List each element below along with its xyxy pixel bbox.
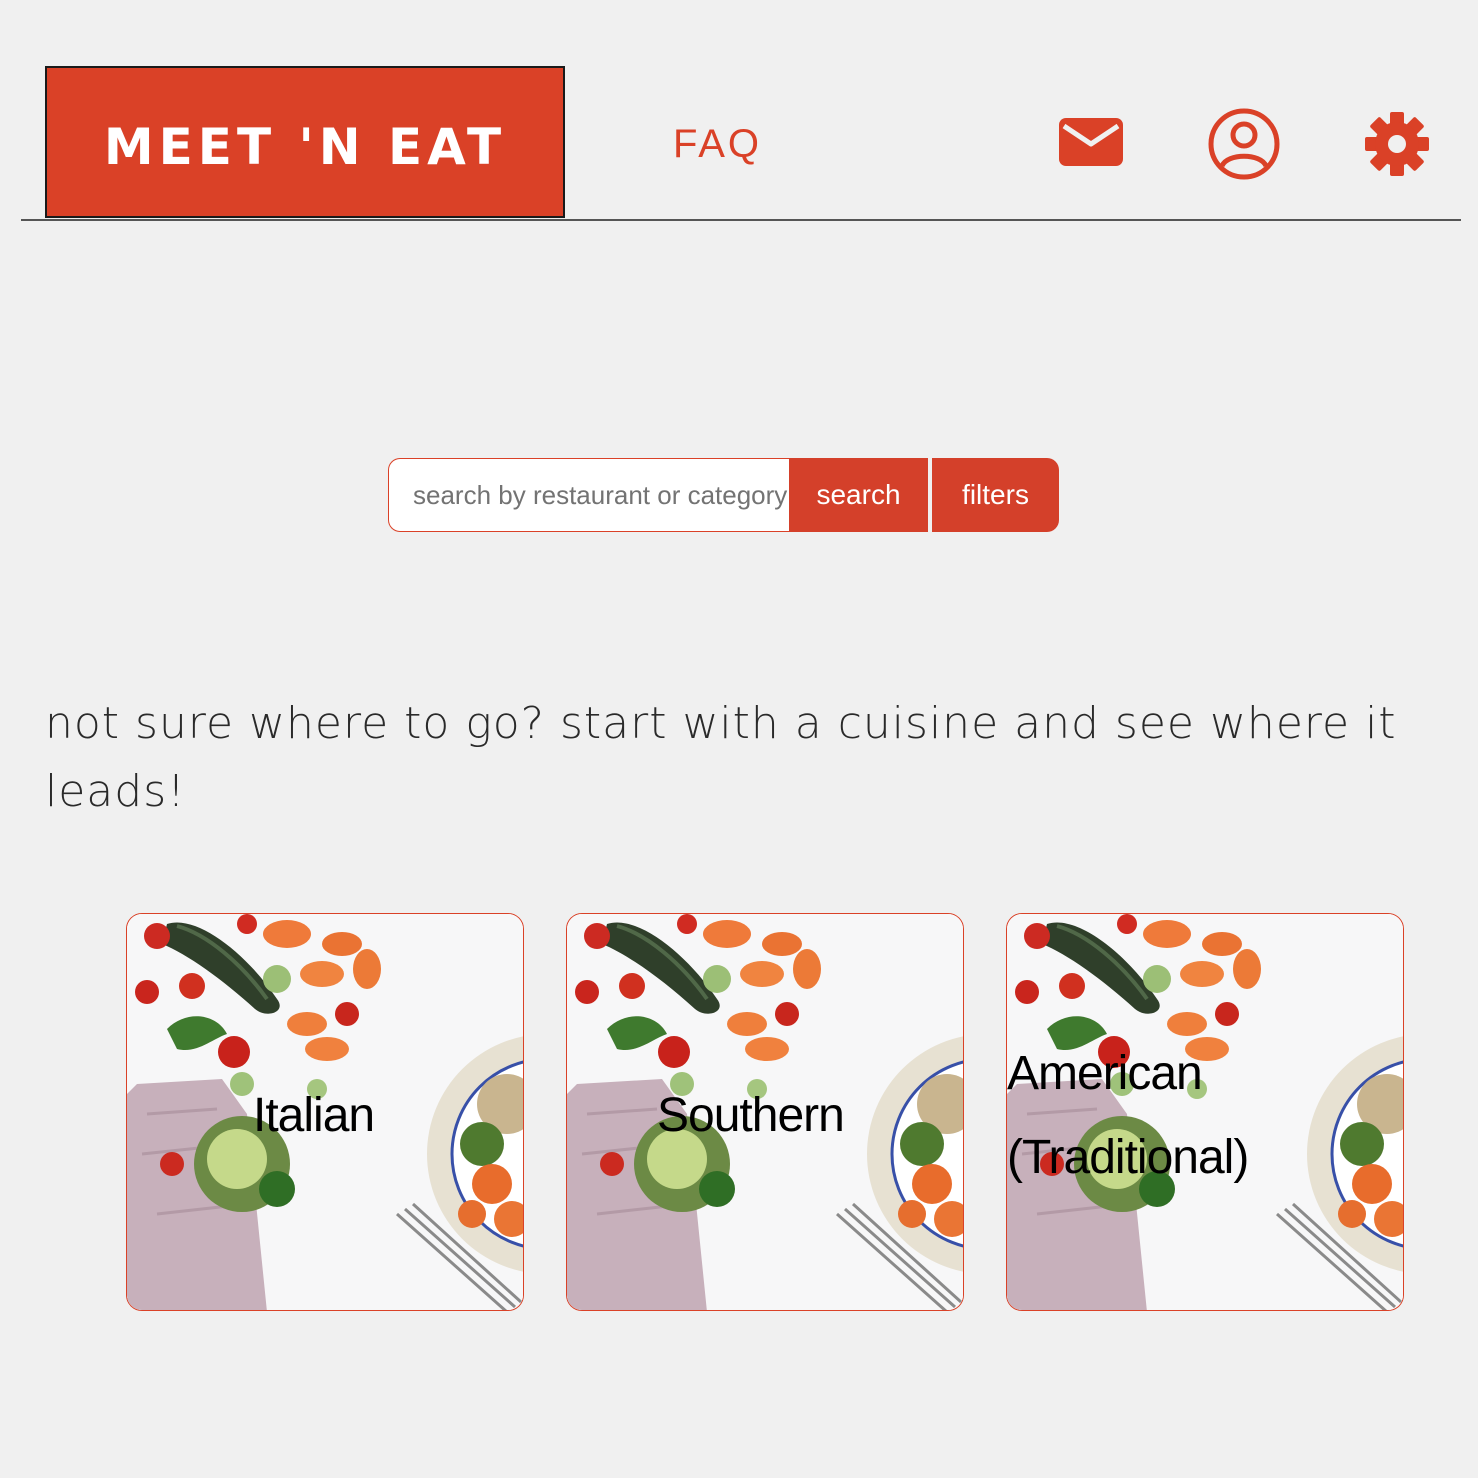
cuisine-card-southern[interactable]: Southern [566,913,964,1311]
settings-button[interactable] [1362,109,1432,179]
cuisine-label-line1: American [1007,1047,1203,1100]
cuisine-prompt: not sure where to go? start with a cuisi… [45,698,1397,817]
cuisine-label: Southern [657,1089,845,1142]
top-nav: MEET 'N EAT FAQ [0,0,1478,222]
profile-icon [1208,108,1280,180]
mail-icon [1059,118,1123,166]
search-input[interactable] [388,458,808,532]
mail-button[interactable] [1057,112,1125,172]
cuisine-label: Italian [253,1089,375,1142]
cuisine-card-italian[interactable]: Italian [126,913,524,1311]
filters-button[interactable]: filters [932,458,1059,532]
header-divider [21,219,1461,221]
logo-text: MEET 'N EAT [103,118,507,176]
search-button[interactable]: search [789,458,928,532]
cuisine-card-american-traditional[interactable]: American (Traditional) [1006,913,1404,1311]
gear-icon [1365,112,1429,176]
cuisine-label-line2: (Traditional) [1007,1131,1249,1184]
logo[interactable]: MEET 'N EAT [45,66,565,218]
profile-button[interactable] [1206,108,1282,180]
search-bar: search filters [388,458,1059,532]
faq-link[interactable]: FAQ [673,122,762,167]
